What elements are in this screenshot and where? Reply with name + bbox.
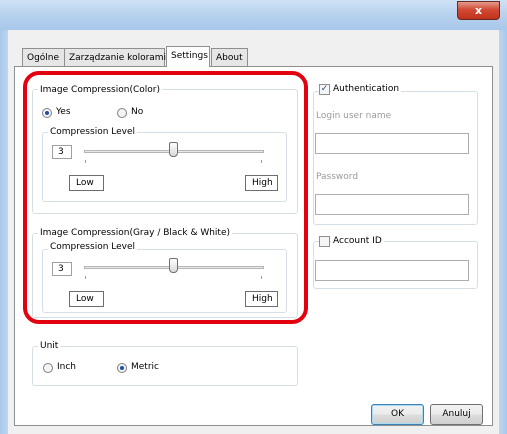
tab-settings[interactable]: Settings — [166, 46, 210, 67]
tab-ogolne[interactable]: Ogólne — [22, 48, 65, 66]
window-frame-right — [499, 30, 507, 434]
metric-radio[interactable] — [117, 363, 127, 373]
title-bar — [0, 0, 507, 30]
inch-radio[interactable] — [43, 363, 53, 373]
login-user-name-field[interactable] — [315, 133, 469, 154]
login-user-name-label: Login user name — [316, 111, 392, 121]
password-field[interactable] — [315, 194, 469, 215]
tab-color-management[interactable]: Zarządzanie kolorami — [64, 48, 166, 66]
window-frame-left — [0, 30, 8, 434]
tab-about[interactable]: About — [211, 48, 248, 66]
authentication-checkbox[interactable]: ✓ — [319, 84, 330, 95]
ok-button[interactable]: OK — [371, 404, 424, 425]
account-id-field[interactable] — [315, 260, 469, 281]
unit-title: Unit — [38, 341, 61, 351]
close-button[interactable]: x — [457, 1, 500, 20]
account-id-label: Account ID — [331, 236, 384, 246]
account-id-checkbox[interactable] — [319, 236, 330, 247]
password-label: Password — [316, 172, 359, 182]
inch-label: Inch — [57, 362, 77, 372]
metric-label: Metric — [131, 362, 159, 372]
highlight-frame — [23, 71, 308, 324]
authentication-label: Authentication — [331, 84, 402, 94]
cancel-button[interactable]: Anuluj — [430, 404, 483, 425]
